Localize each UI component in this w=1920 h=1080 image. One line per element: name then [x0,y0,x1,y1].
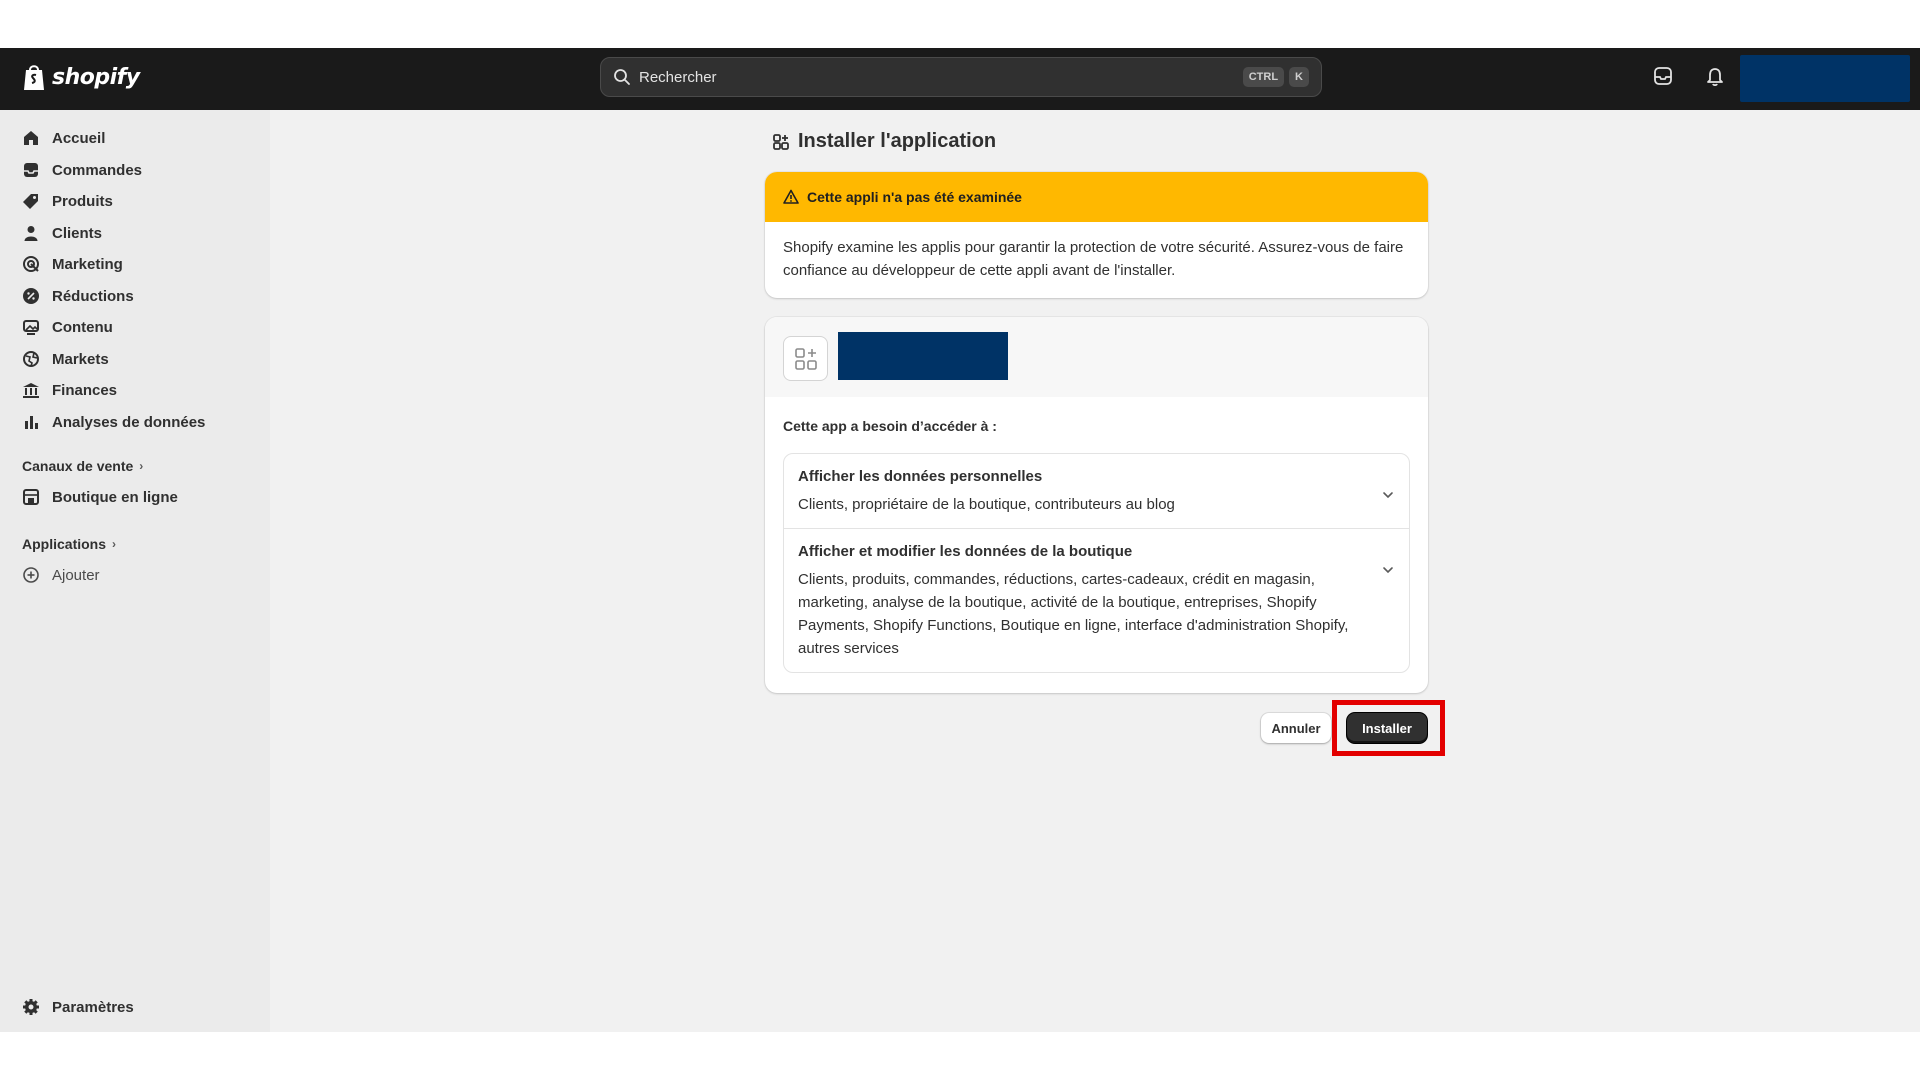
sidebar-item-label: Analyses de données [52,413,206,431]
sidebar-item-finances[interactable]: Finances [22,377,117,403]
sidebar-item-analyses[interactable]: Analyses de données [22,409,205,435]
permission-title: Afficher les données personnelles [798,468,1043,485]
sidebar-item-label: Réductions [52,287,134,305]
page-title-text: Installer l'application [798,130,997,152]
top-bar: shopify Rechercher CTRL K [0,48,1920,110]
inbox-icon[interactable] [1652,65,1674,87]
gear-icon [23,999,39,1015]
sidebar-item-produits[interactable]: Produits [22,188,113,214]
install-highlight-box [1332,700,1445,756]
warning-banner: Cette appli n'a pas été examinée [765,172,1428,222]
sidebar-item-label: Finances [52,381,118,399]
permissions-card: Cette app a besoin d’accéder à : Affiche… [765,317,1428,693]
sales-channels-section[interactable]: Canaux de vente › [22,458,143,474]
shopify-wordmark: shopify [52,64,140,90]
chevron-down-icon[interactable] [1381,563,1395,577]
main-content: Installer l'application Cette appli n'a … [270,110,1920,1032]
add-app-label: Ajouter [52,566,100,584]
sidebar-item-label: Boutique en ligne [52,488,178,506]
globe-icon [23,351,39,367]
apps-icon [773,133,789,150]
chevron-down-icon[interactable] [1381,488,1395,502]
add-app-button[interactable]: Ajouter [22,562,100,588]
app-area: Accueil Commandes Produits Clients Marke… [0,110,1920,1032]
permission-desc: Clients, propriétaire de la boutique, co… [798,496,1175,513]
sidebar-item-label: Produits [52,192,113,210]
sidebar-item-label: Markets [52,350,109,368]
inbox-icon [24,163,38,177]
sidebar: Accueil Commandes Produits Clients Marke… [0,110,270,1032]
shopify-logo[interactable]: shopify [22,62,140,92]
bar-chart-icon [25,416,38,429]
permissions-list: Afficher les données personnelles Client… [783,453,1410,673]
permission-row-store-data[interactable]: Afficher et modifier les données de la b… [784,528,1409,672]
cancel-button[interactable]: Annuler [1261,713,1331,743]
sidebar-item-label: Accueil [52,129,106,147]
sidebar-item-reductions[interactable]: Réductions [22,283,134,309]
image-icon [23,320,39,335]
account-menu-redacted[interactable] [1740,55,1910,102]
bell-icon[interactable] [1704,65,1726,87]
sidebar-item-markets[interactable]: Markets [22,346,109,372]
chevron-right-icon: › [139,459,144,473]
sidebar-item-commandes[interactable]: Commandes [22,157,142,183]
search-input[interactable]: Rechercher CTRL K [600,57,1322,97]
sidebar-item-label: Paramètres [52,998,134,1016]
sidebar-item-parametres[interactable]: Paramètres [22,994,134,1020]
sidebar-item-accueil[interactable]: Accueil [22,125,105,151]
sidebar-item-label: Clients [52,224,103,242]
search-icon [614,69,630,85]
page-title: Installer l'application [772,130,996,153]
sales-channels-label: Canaux de vente [22,458,134,474]
warning-card: Cette appli n'a pas été examinée Shopify… [765,172,1428,298]
discount-icon [23,288,39,304]
warning-title: Cette appli n'a pas été examinée [807,189,1022,205]
apps-label: Applications [22,536,107,552]
app-name-redacted [838,332,1008,380]
screen: shopify Rechercher CTRL K Accueil Comman… [0,0,1920,1080]
tag-icon [23,194,38,209]
app-placeholder-icon [783,336,828,381]
shortcut-ctrl: CTRL [1242,67,1285,87]
sidebar-item-boutique-en-ligne[interactable]: Boutique en ligne [22,484,178,510]
permission-title: Afficher et modifier les données de la b… [798,543,1133,560]
chevron-right-icon: › [112,537,117,551]
person-icon [24,226,38,241]
home-icon [24,131,38,145]
bank-icon [23,383,39,398]
permission-row-personal-data[interactable]: Afficher les données personnelles Client… [784,454,1409,528]
apps-grid-icon [794,347,817,370]
warning-body: Shopify examine les applis pour garantir… [783,239,1404,279]
sidebar-item-label: Commandes [52,161,143,179]
store-icon [23,489,39,505]
sidebar-item-clients[interactable]: Clients [22,220,102,246]
shortcut-k: K [1289,67,1309,87]
search-placeholder: Rechercher [639,68,717,86]
warning-triangle-icon [783,189,799,204]
plus-circle-icon [23,567,39,583]
target-icon [23,256,39,272]
apps-section[interactable]: Applications › [22,536,116,552]
permissions-intro: Cette app a besoin d’accéder à : [783,418,997,434]
bottom-band [0,1032,1920,1080]
sidebar-item-label: Contenu [52,318,113,336]
sidebar-item-contenu[interactable]: Contenu [22,314,113,340]
sidebar-item-label: Marketing [52,255,123,273]
shopify-bag-icon [24,65,44,90]
app-header [765,317,1428,397]
sidebar-item-marketing[interactable]: Marketing [22,251,123,277]
permission-desc: Clients, produits, commandes, réductions… [798,571,1349,657]
